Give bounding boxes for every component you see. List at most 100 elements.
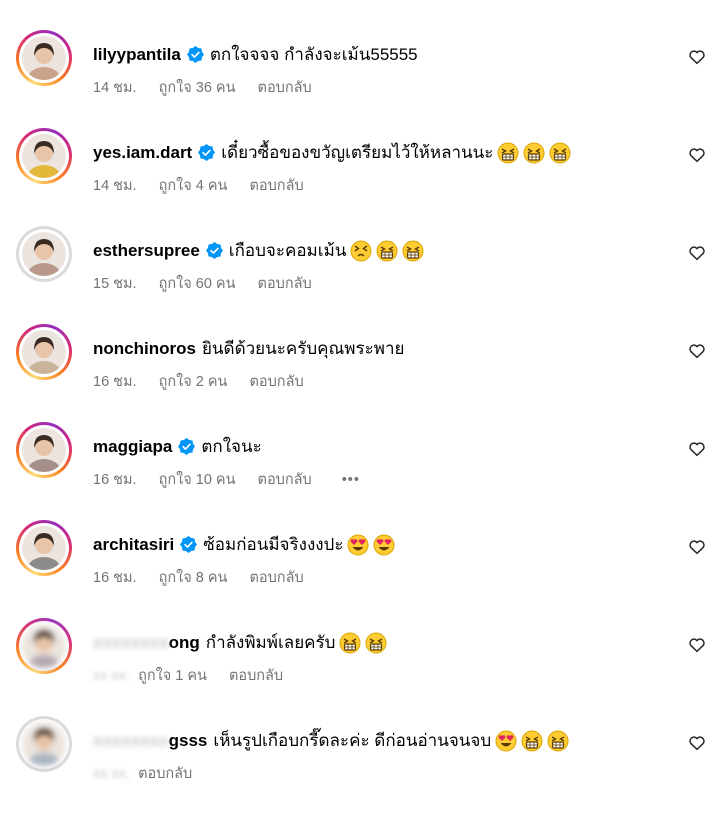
avatar[interactable]: [16, 226, 72, 282]
comment-likes[interactable]: ถูกใจ 36 คน: [159, 80, 236, 96]
blurred-username: xxxxxxxx: [93, 730, 169, 750]
comment-row: esthersupree เกือบจะคอมเม้น 15 ชม. ถูกใจ 60…: [0, 226, 717, 324]
avatar[interactable]: [16, 422, 72, 478]
comment-username[interactable]: architasiri: [93, 535, 174, 555]
comment-line: xxxxxxxx gsss เห็นรูปเกือบกรี๊ดละค่ะ ดีก่อ…: [93, 727, 569, 754]
grinning-squint-emoji-icon: [549, 142, 571, 163]
comment-likes[interactable]: ถูกใจ 1 คน: [138, 668, 207, 684]
reply-button[interactable]: ตอบกลับ: [249, 374, 303, 390]
squint-emoji-icon: [350, 240, 372, 261]
grinning-squint-emoji-icon: [521, 730, 543, 751]
grinning-squint-emoji-icon: [376, 240, 398, 261]
comment-time[interactable]: 15 ชม.: [93, 276, 137, 292]
blurred-meta: xx xx.: [93, 668, 131, 684]
verified-badge-icon: [186, 46, 204, 63]
comment-meta: 14 ชม. ถูกใจ 36 คน ตอบกลับ: [93, 76, 334, 99]
grinning-squint-emoji-icon: [547, 730, 569, 751]
heart-outline-icon[interactable]: [688, 440, 706, 458]
heart-outline-icon[interactable]: [688, 48, 706, 66]
comment-text: ยินดีด้วยนะครับคุณพระพาย: [201, 339, 405, 358]
comment-time[interactable]: 16 ชม.: [93, 472, 137, 488]
comment-username[interactable]: ong: [169, 633, 200, 653]
comment-line: maggiapa ตกใจนะ: [93, 433, 262, 460]
blurred-meta: xx xx.: [93, 766, 131, 782]
comment-meta: 15 ชม. ถูกใจ 60 คน ตอบกลับ: [93, 272, 334, 295]
comment-text: กำลังพิมพ์เลยครับ: [205, 633, 336, 652]
comment-likes[interactable]: ถูกใจ 4 คน: [159, 178, 228, 194]
comment-row: maggiapa ตกใจนะ 16 ชม. ถูกใจ 10 คน ตอบกลับ ••…: [0, 422, 717, 520]
comment-username[interactable]: lilyypantila: [93, 45, 181, 65]
heart-outline-icon[interactable]: [688, 636, 706, 654]
comment-time[interactable]: 16 ชม.: [93, 570, 137, 586]
comment-likes[interactable]: ถูกใจ 2 คน: [159, 374, 228, 390]
comment-text: ตกใจนะ: [201, 437, 262, 456]
avatar[interactable]: [16, 324, 72, 380]
comment-username[interactable]: yes.iam.dart: [93, 143, 192, 163]
grinning-squint-emoji-icon: [339, 632, 361, 653]
blurred-username: xxxxxxxx: [93, 632, 169, 652]
comment-list: lilyypantila ตกใจจจจ กำลังจะเม้น55555 14 ช…: [0, 0, 717, 800]
comment-time[interactable]: 16 ชม.: [93, 374, 137, 390]
reply-button[interactable]: ตอบกลับ: [138, 766, 192, 782]
reply-button[interactable]: ตอบกลับ: [229, 668, 283, 684]
comment-row: lilyypantila ตกใจจจจ กำลังจะเม้น55555 14 ช…: [0, 30, 717, 128]
verified-badge-icon: [180, 536, 198, 553]
comment-line: lilyypantila ตกใจจจจ กำลังจะเม้น55555: [93, 41, 418, 68]
reply-button[interactable]: ตอบกลับ: [258, 276, 312, 292]
avatar[interactable]: [16, 520, 72, 576]
comment-username[interactable]: nonchinoros: [93, 339, 196, 359]
reply-button[interactable]: ตอบกลับ: [258, 80, 312, 96]
comment-username[interactable]: maggiapa: [93, 437, 172, 457]
comment-time[interactable]: 14 ชม.: [93, 178, 137, 194]
reply-button[interactable]: ตอบกลับ: [249, 570, 303, 586]
comment-text: เห็นรูปเกือบกรี๊ดละค่ะ ดีก่อนอ่านจนจบ: [213, 731, 492, 750]
avatar[interactable]: [16, 716, 72, 772]
comment-likes[interactable]: ถูกใจ 8 คน: [159, 570, 228, 586]
comment-line: architasiri ซ้อมก่อนมีจริงงงปะ: [93, 531, 395, 558]
heart-outline-icon[interactable]: [688, 734, 706, 752]
comment-time[interactable]: 14 ชม.: [93, 80, 137, 96]
comment-line: yes.iam.dart เดี๋ยวซื้อของขวัญเตรียมไว้ให…: [93, 139, 571, 166]
heart-eyes-emoji-icon: [347, 534, 369, 555]
heart-outline-icon[interactable]: [688, 146, 706, 164]
heart-eyes-emoji-icon: [373, 534, 395, 555]
comment-line: nonchinoros ยินดีด้วยนะครับคุณพระพาย: [93, 335, 405, 362]
comment-text: ซ้อมก่อนมีจริงงงปะ: [203, 535, 344, 554]
heart-outline-icon[interactable]: [688, 342, 706, 360]
heart-outline-icon[interactable]: [688, 244, 706, 262]
grinning-squint-emoji-icon: [523, 142, 545, 163]
comment-row: nonchinoros ยินดีด้วยนะครับคุณพระพาย 16 ชม…: [0, 324, 717, 422]
comment-likes[interactable]: ถูกใจ 60 คน: [159, 276, 236, 292]
comment-username[interactable]: esthersupree: [93, 241, 200, 261]
comment-meta: 14 ชม. ถูกใจ 4 คน ตอบกลับ: [93, 174, 326, 197]
more-options-button[interactable]: •••: [342, 472, 360, 488]
reply-button[interactable]: ตอบกลับ: [258, 472, 312, 488]
comment-text: เกือบจะคอมเม้น: [228, 241, 347, 260]
comment-likes[interactable]: ถูกใจ 10 คน: [159, 472, 236, 488]
comment-line: esthersupree เกือบจะคอมเม้น: [93, 237, 424, 264]
avatar[interactable]: [16, 128, 72, 184]
comment-meta: 16 ชม. ถูกใจ 10 คน ตอบกลับ •••: [93, 468, 382, 491]
comment-row: xxxxxxxx gsss เห็นรูปเกือบกรี๊ดละค่ะ ดีก่อ…: [0, 716, 717, 814]
grinning-squint-emoji-icon: [497, 142, 519, 163]
verified-badge-icon: [205, 242, 223, 259]
comment-text: ตกใจจจจ กำลังจะเม้น55555: [209, 45, 418, 64]
comment-meta: xx xx. ถูกใจ 1 คน ตอบกลับ: [93, 664, 305, 687]
comment-meta: 16 ชม. ถูกใจ 2 คน ตอบกลับ: [93, 370, 326, 393]
verified-badge-icon: [178, 438, 196, 455]
grinning-squint-emoji-icon: [402, 240, 424, 261]
verified-badge-icon: [198, 144, 216, 161]
comment-row: yes.iam.dart เดี๋ยวซื้อของขวัญเตรียมไว้ให…: [0, 128, 717, 226]
avatar[interactable]: [16, 618, 72, 674]
comment-text: เดี๋ยวซื้อของขวัญเตรียมไว้ให้หลานนะ: [221, 143, 494, 162]
grinning-squint-emoji-icon: [365, 632, 387, 653]
comment-meta: xx xx. ตอบกลับ: [93, 762, 214, 785]
reply-button[interactable]: ตอบกลับ: [249, 178, 303, 194]
comment-meta: 16 ชม. ถูกใจ 8 คน ตอบกลับ: [93, 566, 326, 589]
heart-eyes-emoji-icon: [495, 730, 517, 751]
comment-username[interactable]: gsss: [169, 731, 208, 751]
avatar[interactable]: [16, 30, 72, 86]
comment-row: xxxxxxxx ong กำลังพิมพ์เลยครับ xx xx. ถูกใจ …: [0, 618, 717, 716]
comment-line: xxxxxxxx ong กำลังพิมพ์เลยครับ: [93, 629, 387, 656]
heart-outline-icon[interactable]: [688, 538, 706, 556]
